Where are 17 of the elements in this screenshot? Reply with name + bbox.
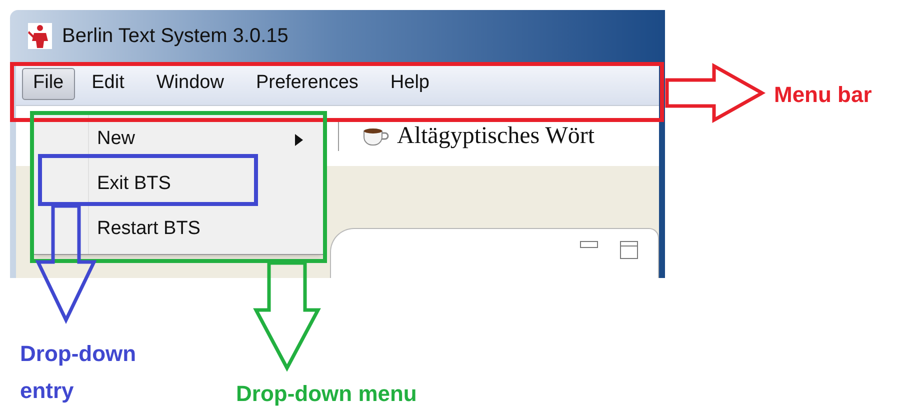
dropdown-item[interactable]: New	[34, 117, 323, 162]
annotation-label: Drop-down menu	[236, 380, 418, 408]
menu-item[interactable]: Preferences	[244, 68, 370, 100]
dropdown-item[interactable]: Restart BTS	[34, 207, 323, 252]
menu-item[interactable]: Window	[145, 68, 235, 100]
menu-item[interactable]: Help	[379, 68, 440, 100]
maximize-icon[interactable]	[620, 241, 638, 259]
app-logo-icon	[28, 23, 52, 49]
window-title: Berlin Text System 3.0.15	[62, 24, 288, 49]
dictionary-title: Altägyptisches Wört	[397, 122, 595, 151]
menu-item[interactable]: File	[22, 68, 75, 100]
annotation-label: Drop-down entry	[20, 340, 138, 405]
dropdown-item[interactable]: Exit BTS	[34, 162, 323, 207]
submenu-arrow-icon	[295, 134, 303, 146]
annotation-label: Menu bar	[774, 81, 873, 109]
menu-item[interactable]: Edit	[80, 68, 136, 100]
minimize-icon[interactable]	[580, 241, 598, 249]
